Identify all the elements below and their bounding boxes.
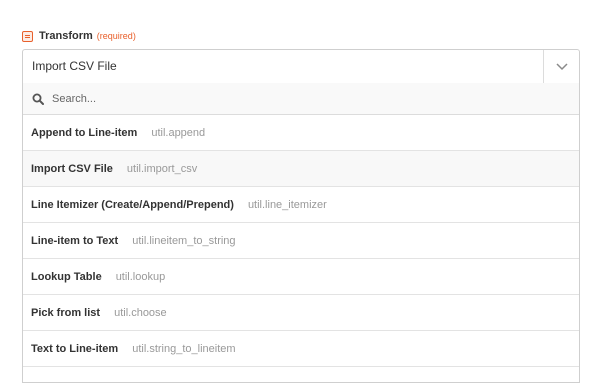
option-line-item-to-text[interactable]: Line-item to Text util.lineitem_to_strin… [23,223,579,259]
field-label: Transform (required) [22,28,136,44]
option-append-to-line-item[interactable]: Append to Line-item util.append [23,115,579,151]
search-input[interactable] [52,92,532,105]
option-lookup-table[interactable]: Lookup Table util.lookup [23,259,579,295]
option-key: util.string_to_lineitem [132,342,236,355]
formatter-icon [22,30,33,42]
option-label: Line Itemizer (Create/Append/Prepend) [31,198,234,211]
option-key: util.lineitem_to_string [132,234,236,247]
chevron-down-icon [555,62,568,70]
option-label: Append to Line-item [31,126,138,139]
option-label: Line-item to Text [31,234,119,247]
option-label: Lookup Table [31,270,102,283]
option-key: util.lookup [115,270,166,283]
option-key: util.append [151,126,206,139]
option-pick-from-list[interactable]: Pick from list util.choose [23,295,579,331]
option-import-csv-file[interactable]: Import CSV File util.import_csv [23,151,579,187]
search-icon [32,93,44,105]
option-label: Text to Line-item [31,342,119,355]
search-row [23,83,579,115]
option-key: util.line_itemizer [247,198,327,211]
option-line-itemizer[interactable]: Line Itemizer (Create/Append/Prepend) ut… [23,187,579,223]
option-key: util.import_csv [126,162,198,175]
field-label-text: Transform [39,30,93,42]
option-label: Pick from list [31,306,101,319]
option-label: Import CSV File [31,162,113,175]
selected-value: Import CSV File [32,59,117,73]
transform-select[interactable]: Import CSV File [22,49,580,84]
dropdown-toggle-button[interactable] [543,50,579,83]
transform-field: Transform (required) Import CSV File App… [22,0,580,383]
required-indicator: (required) [96,31,136,41]
option-key: util.choose [114,306,167,319]
dropdown-menu: Append to Line-item util.append Import C… [22,83,580,383]
option-text-to-line-item[interactable]: Text to Line-item util.string_to_lineite… [23,331,579,367]
